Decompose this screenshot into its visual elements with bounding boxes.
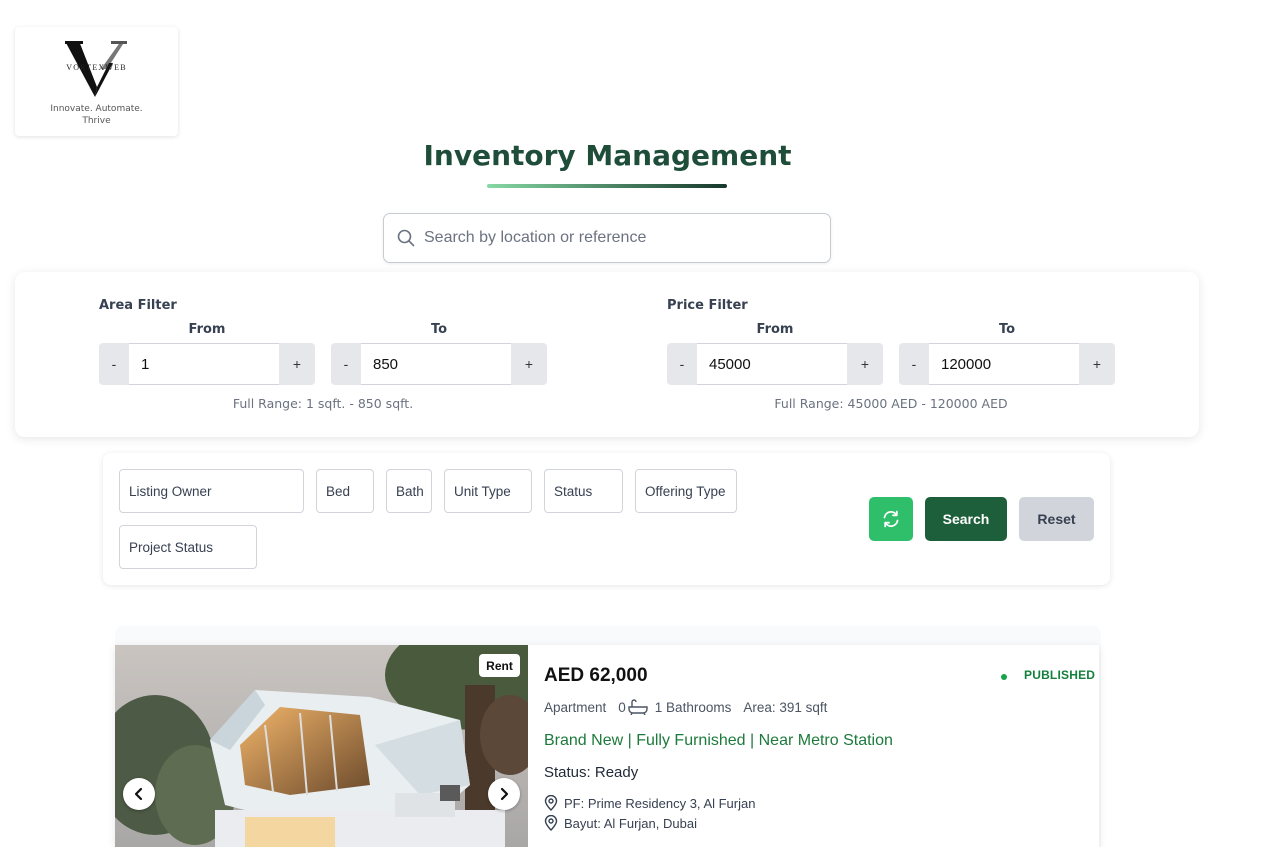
- price-from-label: From: [756, 322, 794, 337]
- price-to-decrement-button[interactable]: -: [899, 343, 929, 385]
- photo-next-button[interactable]: [488, 778, 520, 810]
- area-from-decrement-button[interactable]: -: [99, 343, 129, 385]
- price-filter-title: Price Filter: [667, 298, 748, 313]
- offering-tag: Rent: [479, 654, 520, 677]
- project-status-text: Status: Ready: [544, 764, 639, 781]
- status-indicator: [1001, 674, 1007, 680]
- inventory-page: VORTEXWEB Innovate. Automate. Thrive Inv…: [0, 0, 1261, 847]
- listing-meta: Apartment 0 1 Bathrooms Area: 391 sqft: [544, 699, 827, 715]
- refresh-icon: [883, 510, 899, 528]
- location-pf-text: PF: Prime Residency 3, Al Furjan: [564, 795, 756, 811]
- map-pin-icon: [544, 795, 558, 811]
- listing-card[interactable]: Rent AED 62,000 PUBLISHED Apartment 0 1 …: [115, 645, 1099, 847]
- logo-card: VORTEXWEB Innovate. Automate. Thrive: [15, 27, 178, 136]
- bed-select[interactable]: Bed: [316, 469, 374, 513]
- price-to-stepper: - +: [899, 343, 1115, 385]
- unit-type-select[interactable]: Unit Type: [444, 469, 532, 513]
- area-from-stepper: - +: [99, 343, 315, 385]
- offering-type-select[interactable]: Offering Type: [635, 469, 737, 513]
- refresh-button[interactable]: [869, 497, 913, 541]
- location-bayut: Bayut: Al Furjan, Dubai: [544, 815, 697, 831]
- map-pin-icon: [544, 815, 558, 831]
- search-icon: [397, 229, 415, 247]
- bathtub-icon: [628, 699, 648, 715]
- area-to-stepper: - +: [331, 343, 547, 385]
- location-pf: PF: Prime Residency 3, Al Furjan: [544, 795, 755, 811]
- logo-wordmark: VORTEXWEB: [66, 63, 127, 72]
- range-filter-card: Area Filter From To - + - + Full Range: …: [15, 272, 1199, 437]
- property-image: [115, 645, 528, 847]
- search-input[interactable]: [424, 215, 814, 261]
- title-underline: [487, 184, 727, 188]
- listing-owner-select[interactable]: Listing Owner: [119, 469, 304, 513]
- project-status-select[interactable]: Project Status: [119, 525, 257, 569]
- listing-price: AED 62,000: [544, 665, 648, 686]
- page-title: Inventory Management: [423, 139, 792, 172]
- price-from-stepper: - +: [667, 343, 883, 385]
- listing-area: Area: 391 sqft: [743, 699, 828, 715]
- status-select[interactable]: Status: [544, 469, 623, 513]
- area-from-increment-button[interactable]: +: [279, 343, 315, 385]
- area-to-decrement-button[interactable]: -: [331, 343, 361, 385]
- bathroom-count: 1 Bathrooms: [654, 699, 732, 715]
- property-type: Apartment: [544, 699, 607, 715]
- listing-status-badge: PUBLISHED: [1024, 668, 1096, 682]
- chevron-left-icon: [134, 787, 143, 801]
- price-from-input[interactable]: [697, 343, 847, 385]
- search-button[interactable]: Search: [925, 497, 1007, 541]
- price-to-input[interactable]: [929, 343, 1079, 385]
- bath-select[interactable]: Bath: [386, 469, 432, 513]
- area-to-increment-button[interactable]: +: [511, 343, 547, 385]
- listing-photo: Rent: [115, 645, 528, 847]
- price-range-note: Full Range: 45000 AED - 120000 AED: [774, 396, 1008, 411]
- price-from-decrement-button[interactable]: -: [667, 343, 697, 385]
- listing-headline[interactable]: Brand New | Fully Furnished | Near Metro…: [544, 732, 893, 750]
- reset-button[interactable]: Reset: [1019, 497, 1094, 541]
- price-from-increment-button[interactable]: +: [847, 343, 883, 385]
- area-from-input[interactable]: [129, 343, 279, 385]
- price-to-increment-button[interactable]: +: [1079, 343, 1115, 385]
- location-bayut-text: Bayut: Al Furjan, Dubai: [564, 815, 697, 831]
- logo-tagline: Innovate. Automate. Thrive: [50, 104, 143, 126]
- area-from-label: From: [188, 322, 226, 337]
- area-filter-title: Area Filter: [99, 298, 177, 313]
- area-range-note: Full Range: 1 sqft. - 850 sqft.: [232, 396, 414, 411]
- chevron-right-icon: [500, 787, 509, 801]
- search-box[interactable]: [383, 213, 831, 263]
- photo-prev-button[interactable]: [123, 778, 155, 810]
- area-to-input[interactable]: [361, 343, 511, 385]
- price-to-label: To: [998, 322, 1016, 337]
- area-to-label: To: [430, 322, 448, 337]
- bedroom-count: 0: [618, 699, 626, 715]
